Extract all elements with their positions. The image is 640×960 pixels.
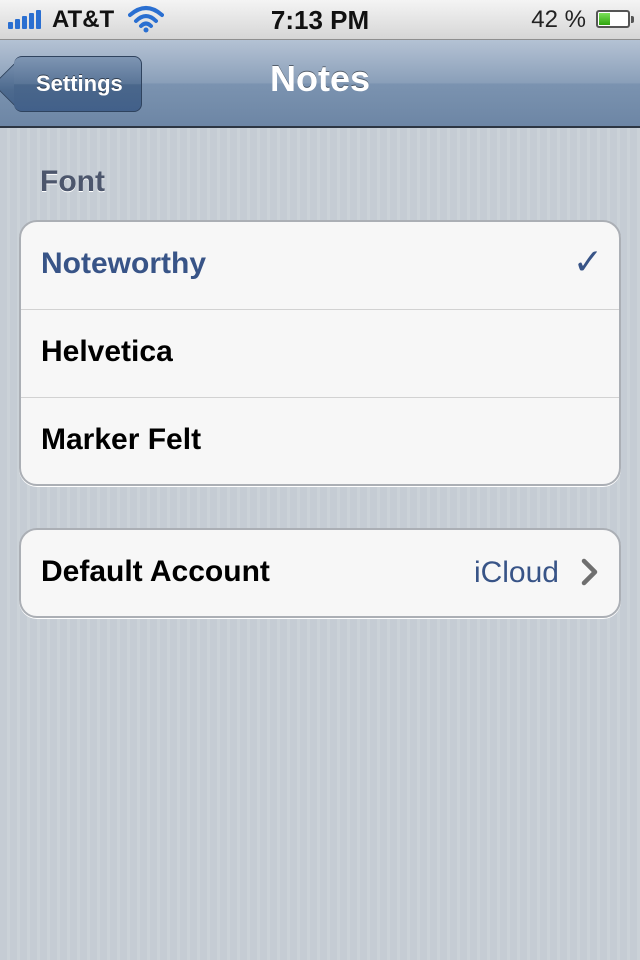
font-options-group: Noteworthy ✓ Helvetica Marker Felt	[19, 220, 621, 486]
default-account-label: Default Account	[41, 555, 270, 588]
font-option-marker-felt[interactable]: Marker Felt	[21, 398, 619, 484]
font-option-noteworthy[interactable]: Noteworthy ✓	[21, 222, 619, 310]
battery-percentage: 42 %	[531, 6, 586, 33]
status-bar: AT&T 7:13 PM 42 %	[0, 0, 640, 40]
default-account-value: iCloud	[473, 556, 559, 589]
chevron-right-icon	[581, 558, 599, 591]
back-button[interactable]: Settings	[14, 56, 142, 112]
battery-icon	[596, 10, 634, 28]
default-account-row[interactable]: Default Account iCloud	[21, 530, 619, 616]
checkmark-icon: ✓	[572, 242, 603, 283]
battery-level-fill	[599, 13, 610, 25]
font-option-label: Noteworthy	[41, 247, 206, 280]
font-option-label: Helvetica	[41, 335, 173, 368]
back-button-label: Settings	[36, 71, 123, 96]
font-option-helvetica[interactable]: Helvetica	[21, 310, 619, 398]
section-header-font: Font	[40, 165, 105, 198]
account-group: Default Account iCloud	[19, 528, 621, 618]
navigation-bar: Settings Notes	[0, 40, 640, 128]
font-option-label: Marker Felt	[41, 423, 202, 456]
